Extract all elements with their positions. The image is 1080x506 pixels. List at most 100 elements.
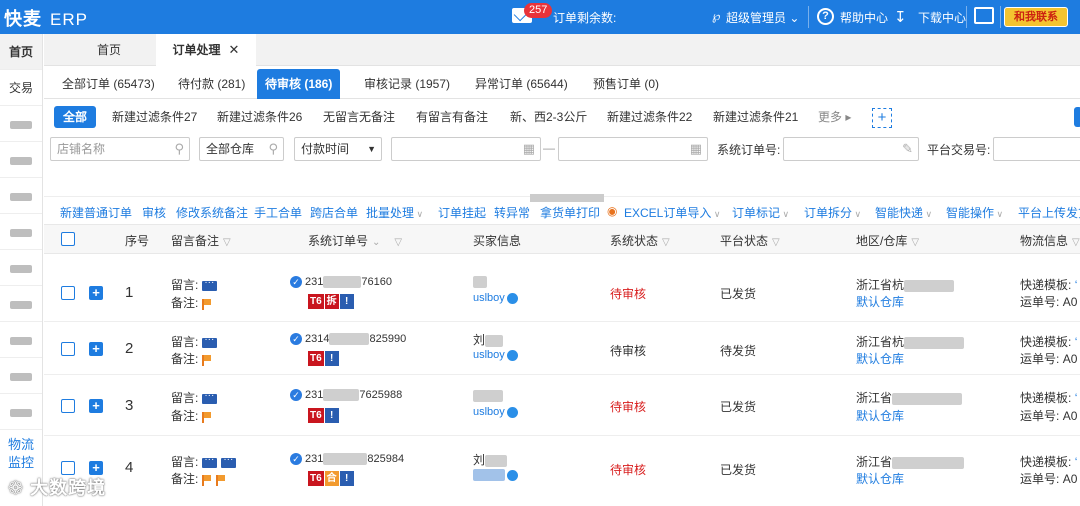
- filter-chip[interactable]: 新建过滤条件27: [112, 106, 197, 128]
- add-filter-button[interactable]: +: [872, 108, 892, 128]
- col-sys-status[interactable]: 系统状态 ▽: [610, 232, 670, 249]
- sort-icon[interactable]: ⌄: [372, 237, 380, 248]
- audit-button[interactable]: 审核: [142, 204, 166, 221]
- filter-more-button[interactable]: 更多 ▸: [818, 106, 851, 128]
- download-icon[interactable]: ↧: [894, 8, 907, 26]
- tab-pending-audit[interactable]: 待审核 (186): [257, 69, 341, 99]
- shop-name-input[interactable]: 店铺名称 ⚲: [50, 137, 190, 161]
- tab-audit-records[interactable]: 审核记录 (1957): [356, 69, 458, 99]
- row-checkbox[interactable]: [61, 461, 75, 475]
- col-message[interactable]: 留言备注 ▽: [171, 232, 231, 249]
- sys-order-number[interactable]: ✓ 231 76160: [290, 276, 392, 289]
- cross-merge-button[interactable]: 跨店合单: [310, 204, 358, 221]
- tab-order-processing[interactable]: 订单处理 ✕: [156, 34, 256, 66]
- filter-icon[interactable]: ▽: [223, 237, 231, 248]
- sidebar-item-trade[interactable]: 交易: [0, 70, 42, 106]
- filter-chip[interactable]: 新建过滤条件26: [217, 106, 302, 128]
- filter-icon[interactable]: ▽: [772, 237, 780, 248]
- warehouse-link[interactable]: 默认仓库: [856, 350, 904, 367]
- edit-remark-button[interactable]: 修改系统备注: [176, 204, 248, 221]
- warehouse-link[interactable]: 默认仓库: [856, 470, 904, 487]
- filter-chip[interactable]: 新建过滤条件21: [713, 106, 798, 128]
- table-row[interactable]: + 3 留言: 备注: ✓231 7625988 T6! uslboy 待审核 已…: [44, 376, 1080, 436]
- expand-icon[interactable]: +: [89, 342, 103, 356]
- filter-icon[interactable]: ▽: [1072, 237, 1080, 248]
- chat-icon[interactable]: [506, 406, 518, 418]
- filter-chip[interactable]: 新建过滤条件22: [607, 106, 692, 128]
- filter-icon[interactable]: ▽: [394, 237, 402, 248]
- contact-button[interactable]: 和我联系: [1004, 7, 1068, 27]
- suspend-order-button[interactable]: 订单挂起: [438, 204, 486, 221]
- flag-icon[interactable]: [216, 474, 226, 486]
- end-date-input[interactable]: ▦: [558, 137, 708, 161]
- warehouse-select[interactable]: 全部仓库 ⚲: [199, 137, 284, 161]
- message-icon[interactable]: [221, 454, 237, 468]
- col-logistics[interactable]: 物流信息 ▽: [1020, 232, 1080, 249]
- flag-icon[interactable]: [202, 298, 212, 310]
- order-mark-dropdown[interactable]: 订单标记: [732, 204, 789, 221]
- sidebar-item-home[interactable]: 首页: [0, 34, 42, 70]
- flag-icon[interactable]: [202, 411, 212, 423]
- expand-icon[interactable]: +: [89, 399, 103, 413]
- sidebar-item-blurred[interactable]: [0, 178, 42, 214]
- filter-chip[interactable]: 无留言无备注: [323, 106, 395, 128]
- chat-icon[interactable]: [506, 292, 518, 304]
- sidebar-item-blurred[interactable]: [0, 106, 42, 142]
- filter-chip[interactable]: 新、西2-3公斤: [510, 106, 587, 128]
- row-checkbox[interactable]: [61, 286, 75, 300]
- col-platform-status[interactable]: 平台状态 ▽: [720, 232, 780, 249]
- flag-icon[interactable]: [202, 354, 212, 366]
- sidebar-item-blurred[interactable]: [0, 322, 42, 358]
- smart-ops-dropdown[interactable]: 智能操作: [946, 204, 1003, 221]
- sidebar-item-blurred[interactable]: [0, 250, 42, 286]
- filter-all[interactable]: 全部: [54, 106, 97, 128]
- platform-trade-input[interactable]: [993, 137, 1080, 161]
- buyer-id[interactable]: uslboy: [473, 406, 518, 418]
- tab-abnormal-orders[interactable]: 异常订单 (65644): [467, 69, 576, 99]
- table-row[interactable]: + 1 留言: 备注: ✓231 76160 T6拆! uslboy 待审核 已发…: [44, 262, 1080, 322]
- help-icon[interactable]: ?: [817, 8, 834, 25]
- start-date-input[interactable]: ▦: [391, 137, 541, 161]
- warehouse-link[interactable]: 默认仓库: [856, 407, 904, 424]
- tab-pending-payment[interactable]: 待付款 (281): [170, 69, 253, 99]
- table-row[interactable]: + 2 留言: 备注: ✓2314 825990 T6! 刘 uslboy 待审核…: [44, 323, 1080, 375]
- chat-icon[interactable]: [507, 469, 518, 481]
- message-icon[interactable]: [202, 277, 218, 291]
- side-panel-toggle[interactable]: [1074, 107, 1080, 127]
- filter-icon[interactable]: ▽: [662, 237, 670, 248]
- sidebar-item-blurred[interactable]: [0, 214, 42, 250]
- expand-icon[interactable]: +: [89, 461, 103, 475]
- row-checkbox[interactable]: [61, 399, 75, 413]
- sidebar-item-blurred[interactable]: [0, 142, 42, 178]
- buyer-id[interactable]: uslboy: [473, 349, 518, 361]
- platform-upload-button[interactable]: 平台上传发货: [1018, 204, 1080, 221]
- col-region[interactable]: 地区/仓库 ▽: [856, 232, 919, 249]
- buyer-id[interactable]: uslboy: [473, 292, 518, 304]
- print-pick-list-button[interactable]: 拿货单打印: [540, 204, 600, 221]
- message-icon[interactable]: [202, 334, 218, 348]
- sys-order-number[interactable]: ✓ 231 7625988: [290, 389, 402, 402]
- smart-express-dropdown[interactable]: 智能快递: [875, 204, 932, 221]
- pay-time-select[interactable]: 付款时间 ▼: [294, 137, 382, 161]
- excel-import-dropdown[interactable]: EXCEL订单导入: [624, 204, 720, 221]
- tab-presale-orders[interactable]: 预售订单 (0): [585, 69, 667, 99]
- batch-process-dropdown[interactable]: 批量处理: [366, 204, 423, 221]
- message-icon[interactable]: [202, 390, 218, 404]
- sidebar-item-blurred[interactable]: [0, 286, 42, 322]
- to-abnormal-button[interactable]: 转异常: [494, 204, 530, 221]
- sidebar-item-logistics[interactable]: 物流 监控: [0, 432, 42, 476]
- sys-order-number[interactable]: ✓ 231 825984: [290, 453, 404, 466]
- sys-order-number[interactable]: ✓ 2314 825990: [290, 333, 406, 346]
- message-icon[interactable]: [202, 454, 218, 468]
- download-center-link[interactable]: 下载中心: [918, 9, 966, 26]
- filter-chip[interactable]: 有留言有备注: [416, 106, 488, 128]
- collapse-handle[interactable]: [530, 194, 604, 202]
- help-center-link[interactable]: 帮助中心: [840, 9, 888, 26]
- order-split-dropdown[interactable]: 订单拆分: [804, 204, 861, 221]
- flag-icon[interactable]: [202, 474, 212, 486]
- row-checkbox[interactable]: [61, 342, 75, 356]
- new-order-button[interactable]: 新建普通订单: [60, 204, 132, 221]
- filter-icon[interactable]: ▽: [911, 237, 919, 248]
- sidebar-item-blurred[interactable]: [0, 394, 42, 430]
- user-menu[interactable]: 超级管理员 ⌄: [726, 9, 799, 26]
